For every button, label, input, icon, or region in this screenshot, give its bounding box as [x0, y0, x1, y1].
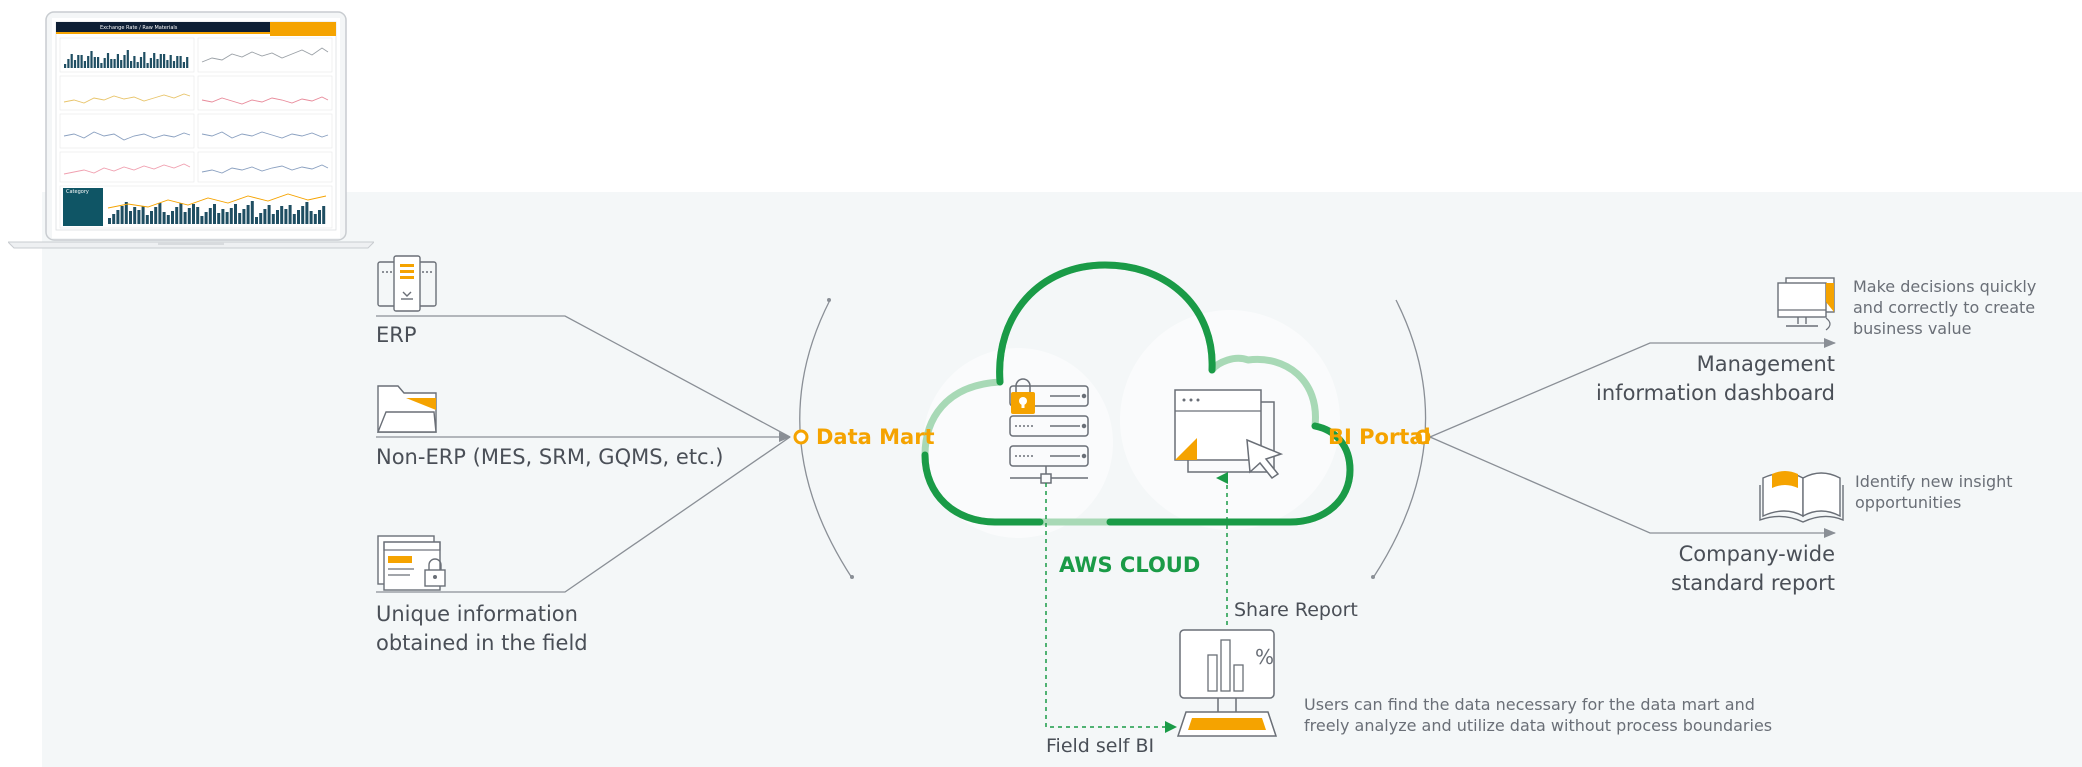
- data-mart-label: Data Mart: [816, 425, 935, 449]
- open-book-icon: [1759, 471, 1844, 523]
- dashboard-category-label: Category: [66, 189, 89, 195]
- erp-server-icon: [377, 255, 437, 312]
- non-erp-label: Non-ERP (MES, SRM, GQMS, etc.): [376, 445, 724, 469]
- management-dashboard-label: Management information dashboard: [1596, 352, 1835, 405]
- self-bi-note: Users can find the data necessary for th…: [1304, 695, 1773, 735]
- erp-connector: [376, 315, 791, 438]
- document-lock-icon: [377, 535, 446, 591]
- dashboard-title: Exchange Rate / Raw Materials: [100, 25, 178, 31]
- monitor-icon: [1777, 277, 1835, 331]
- field-info-label: Unique information obtained in the field: [376, 602, 588, 655]
- erp-label: ERP: [376, 323, 417, 347]
- standard-report-note: Identify new insight opportunities: [1855, 472, 2013, 512]
- svg-text:%: %: [1255, 645, 1274, 669]
- standard-report-label: Company-wide standard report: [1671, 542, 1835, 595]
- folder-icon: [376, 385, 437, 433]
- share-report-label: Share Report: [1234, 599, 1358, 621]
- aws-cloud-label: AWS CLOUD: [1059, 553, 1201, 577]
- management-dashboard-note: Make decisions quickly and correctly to …: [1853, 277, 2037, 338]
- data-mart-node: [793, 429, 809, 445]
- field-self-bi-label: Field self BI: [1046, 735, 1155, 757]
- self-bi-computer-icon: %: [1176, 629, 1278, 737]
- bi-portal-label: BI Portal: [1328, 425, 1431, 449]
- laptop-dashboard-mockup: [8, 11, 374, 249]
- aws-cloud-shape: [921, 261, 1354, 538]
